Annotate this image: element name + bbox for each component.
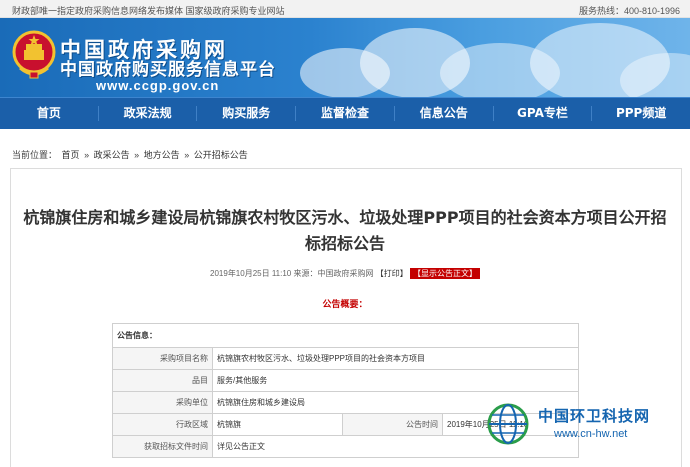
nav-purchase-services[interactable]: 购买服务 (197, 98, 295, 129)
breadcrumb-gov-procurement[interactable]: 政采公告 (94, 150, 130, 160)
site-url: www.ccgp.gov.cn (96, 78, 220, 93)
row-label: 采购项目名称 (112, 347, 213, 370)
service-hotline: 服务热线：400-810-1996 (578, 6, 680, 16)
top-notice-bar: 财政部唯一指定政府采购信息网络发布媒体 国家级政府采购专业网站 服务热线：400… (0, 0, 690, 18)
breadcrumb-local[interactable]: 地方公告 (144, 150, 180, 160)
row-value: 服务/其他服务 (212, 369, 579, 392)
breadcrumb-label: 当前位置： (12, 150, 58, 160)
watermark-url: www.cn-hw.net (554, 428, 628, 440)
page-title: 杭锦旗住房和城乡建设局杭锦旗农村牧区污水、垃圾处理PPP项目的社会资本方项目公开… (23, 208, 667, 253)
article-source: 来源：中国政府采购网 (293, 269, 374, 278)
overview-heading: 公告概要： (322, 299, 368, 309)
watermark-name: 中国环卫科技网 (538, 407, 651, 425)
publish-date: 2019年10月25日 11:10 (210, 269, 292, 278)
nav-regulations[interactable]: 政采法规 (99, 98, 197, 129)
row-value: 杭锦旗 (212, 413, 343, 436)
table-row: 公告信息： (112, 323, 579, 348)
nav-home[interactable]: 首页 (0, 98, 98, 129)
globe-icon (487, 403, 529, 445)
row-label: 行政区域 (112, 413, 213, 436)
site-header: 中国政府采购网 中国政府购买服务信息平台 www.ccgp.gov.cn (0, 18, 690, 97)
table-row: 品目 服务/其他服务 (112, 369, 579, 392)
print-link[interactable]: 【打印】 (376, 269, 408, 278)
table-row: 采购项目名称 杭锦旗农村牧区污水、垃圾处理PPP项目的社会资本方项目 (112, 347, 579, 370)
row-label: 品目 (112, 369, 213, 392)
site-subtitle: 中国政府购买服务信息平台 (60, 60, 276, 80)
row-label: 公告时间 (342, 413, 443, 436)
main-nav: 首页 政采法规 购买服务 监督检查 信息公告 GPA专栏 PPP频道 (0, 97, 690, 129)
row-label: 获取招标文件时间 (112, 435, 213, 458)
breadcrumb-separator: » (184, 150, 190, 160)
article-meta: 2019年10月25日 11:10 来源：中国政府采购网 【打印】 【显示公告正… (0, 268, 690, 279)
nav-gpa[interactable]: GPA专栏 (494, 98, 592, 129)
table-header: 公告信息： (112, 323, 579, 348)
nav-ppp[interactable]: PPP频道 (592, 98, 690, 129)
breadcrumb-separator: » (134, 150, 140, 160)
show-body-button[interactable]: 【显示公告正文】 (409, 268, 480, 279)
breadcrumb-home[interactable]: 首页 (62, 150, 80, 160)
breadcrumb: 当前位置： 首页 » 政采公告 » 地方公告 » 公开招标公告 (12, 148, 250, 161)
row-label: 采购单位 (112, 391, 213, 414)
nav-announcements[interactable]: 信息公告 (395, 98, 493, 129)
breadcrumb-separator: » (84, 150, 90, 160)
site-notice: 财政部唯一指定政府采购信息网络发布媒体 国家级政府采购专业网站 (12, 6, 285, 16)
national-emblem-icon (12, 30, 56, 79)
row-value: 杭锦旗农村牧区污水、垃圾处理PPP项目的社会资本方项目 (212, 347, 579, 370)
breadcrumb-open-tender[interactable]: 公开招标公告 (194, 150, 248, 160)
nav-supervision[interactable]: 监督检查 (296, 98, 394, 129)
